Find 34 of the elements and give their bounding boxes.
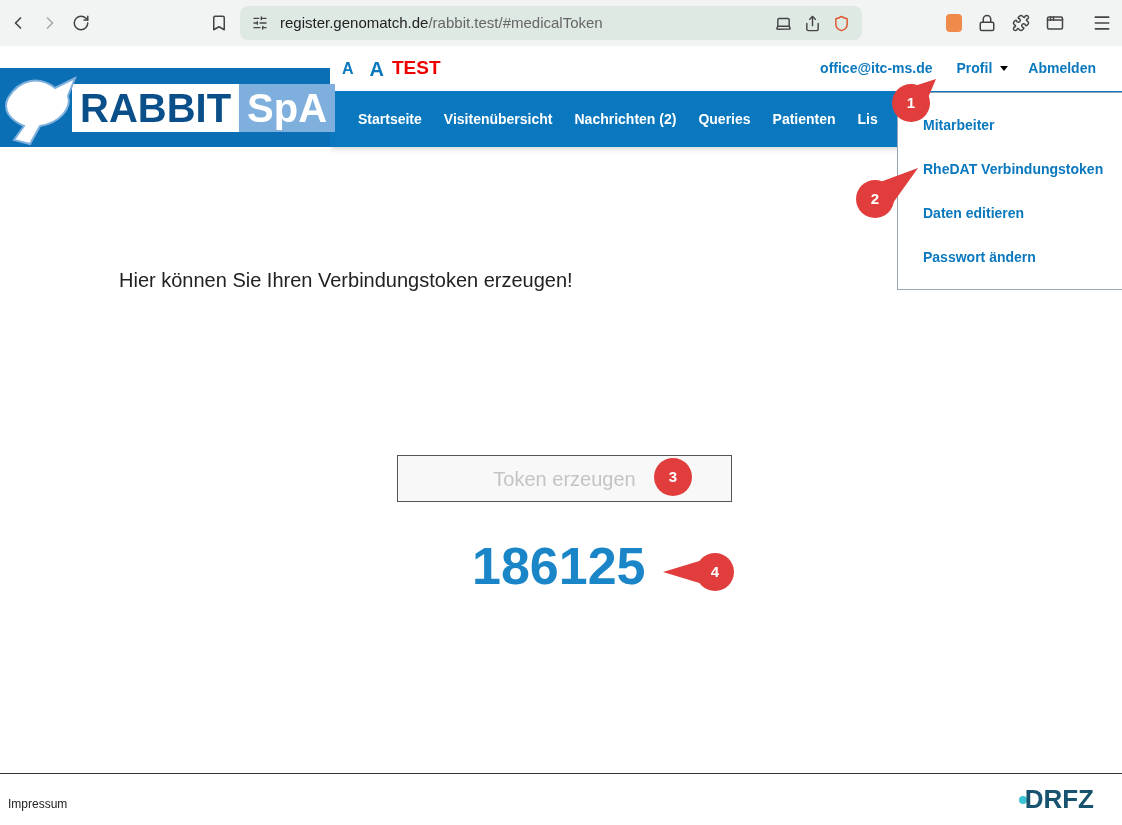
logout-link[interactable]: Abmelden [1028, 58, 1096, 79]
share-icon[interactable] [804, 14, 821, 32]
nav-link[interactable]: Nachrichten (2) [574, 108, 677, 130]
page-heading: Hier können Sie Ihren Verbindungstoken erzeugen! [119, 268, 574, 293]
impressum-link[interactable]: Impressum [8, 794, 68, 813]
logo-text: SpA [239, 83, 336, 132]
drfz-logo: DRFZ [1018, 780, 1094, 819]
site-settings-icon[interactable] [252, 15, 268, 31]
nav-link[interactable]: Startseite [358, 108, 422, 130]
lion-shield-icon[interactable] [833, 14, 850, 32]
extensions-icon[interactable] [1012, 14, 1030, 32]
environment-label: TEST [392, 56, 441, 81]
address-bar[interactable]: register.genomatch.de/rabbit.test/#medicalToken [240, 6, 862, 40]
nav-link[interactable]: Patienten [772, 108, 836, 130]
reload-icon[interactable] [72, 14, 90, 32]
nav-link[interactable]: Queries [698, 108, 751, 130]
nav-link[interactable]: Lis [857, 108, 878, 130]
callout-marker: 3 [654, 458, 692, 496]
window-icon[interactable] [1046, 14, 1064, 32]
token-value: 186125 [472, 540, 646, 592]
url-text: register.genomatch.de/rabbit.test/#medicalToken [280, 12, 604, 33]
menu-icon[interactable] [1092, 13, 1112, 33]
caret-icon [1000, 66, 1009, 71]
font-small-link[interactable]: A [342, 56, 354, 81]
lock-icon[interactable] [978, 14, 996, 32]
dropdown-item[interactable]: RheDAT Verbindungstoken [923, 147, 1104, 191]
bookmark-icon[interactable] [210, 14, 228, 32]
dropdown-item[interactable]: Passwort ändern [923, 235, 1036, 279]
dropdown-item[interactable]: Daten editieren [923, 191, 1025, 235]
font-large-link[interactable]: A [369, 53, 384, 84]
user-email: office@itc-ms.de [820, 59, 933, 78]
profile-menu[interactable]: Profil [956, 58, 1009, 79]
nav-link[interactable]: Visitenübersicht [443, 108, 553, 130]
logo-text: RABBIT [72, 83, 240, 132]
